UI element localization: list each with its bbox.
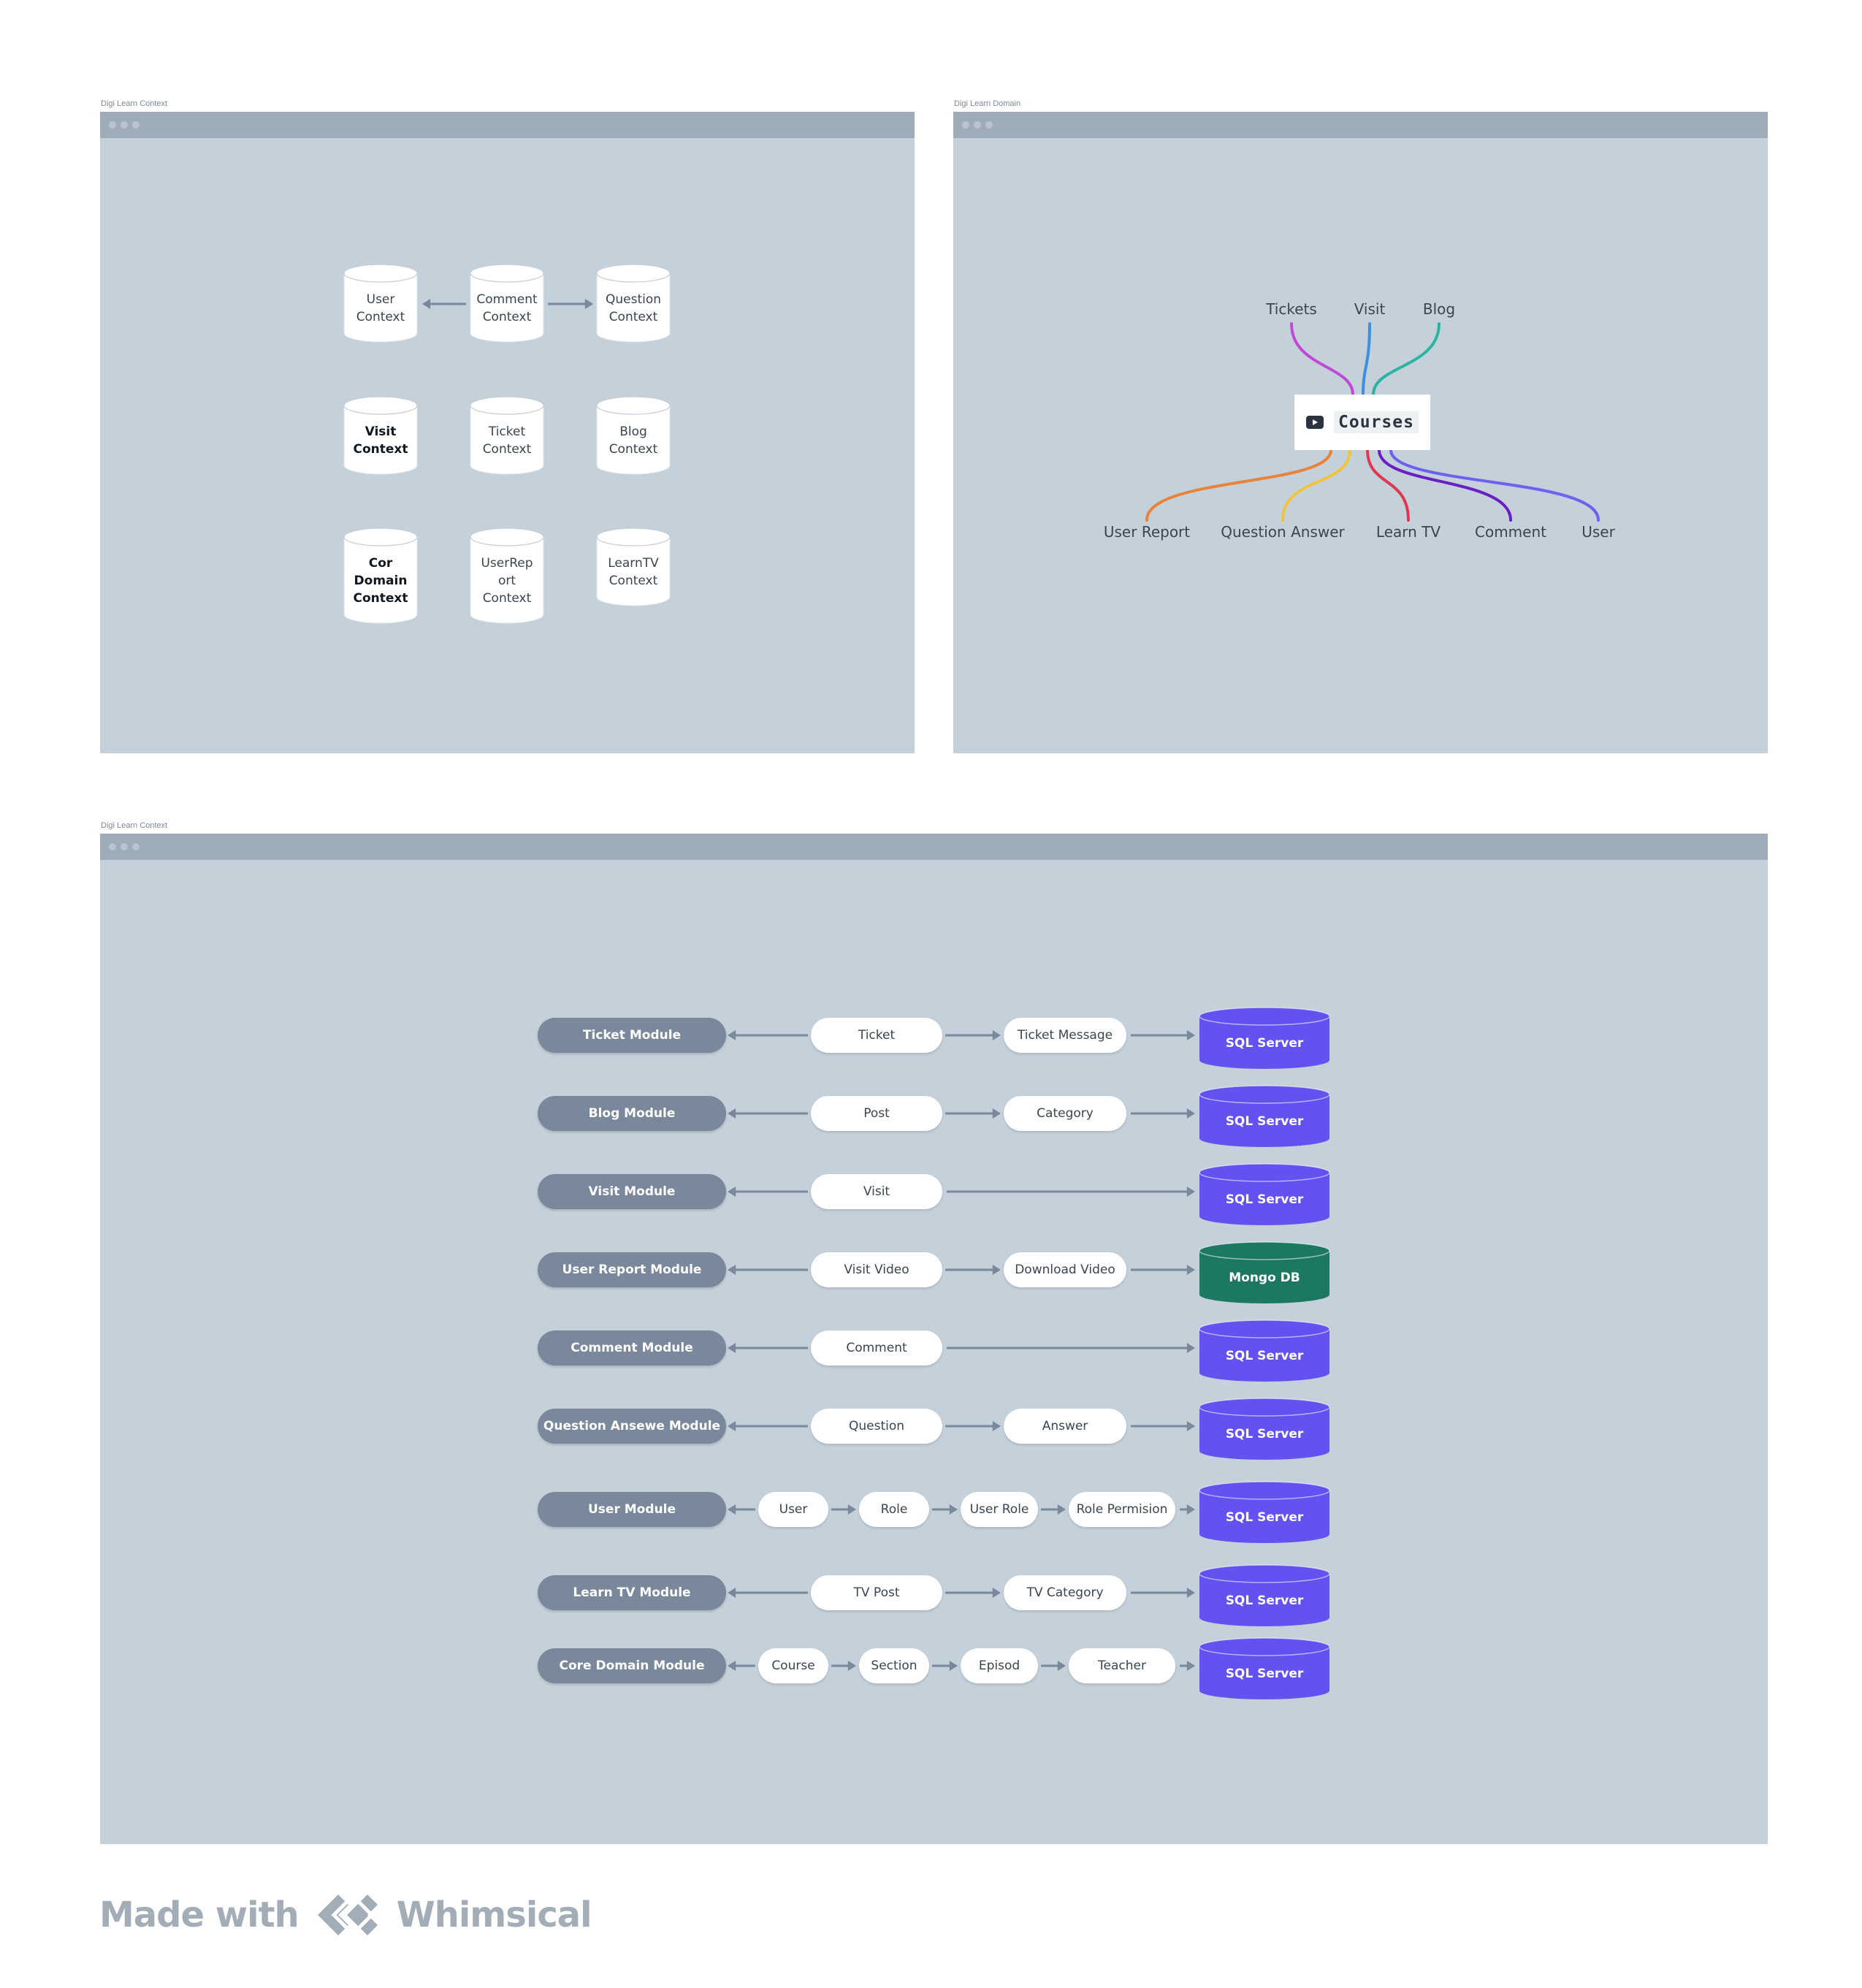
arrow-head [728,1265,736,1275]
entity-pill[interactable]: Post [811,1096,942,1131]
entity-pill[interactable]: Ticket Message [1004,1018,1126,1053]
database-cylinder[interactable]: SQL Server [1199,1319,1330,1382]
module-pill[interactable]: Core Domain Module [538,1648,726,1683]
arrow-head [1186,1030,1195,1040]
database-cylinder[interactable]: SQL Server [1199,1085,1330,1147]
arrow-head [728,1504,736,1515]
entity-pill[interactable]: Course [758,1648,828,1683]
arrow-head [1186,1421,1195,1431]
arrow-head [728,1343,736,1353]
arrow-head [1186,1265,1195,1275]
database-label: Mongo DB [1229,1271,1300,1285]
module-pill[interactable]: Learn TV Module [538,1575,726,1610]
entity-pill[interactable]: Visit Video [811,1252,942,1287]
arrow-head [847,1661,856,1671]
arrow-head [1186,1108,1195,1119]
entity-pill[interactable]: Episod [961,1648,1038,1683]
arrow-head [992,1108,1001,1119]
database-cylinder[interactable]: SQL Server [1199,1163,1330,1225]
arrow-head [992,1265,1001,1275]
made-with-text: Made with [99,1894,299,1935]
module-pill[interactable]: User Module [538,1492,726,1527]
entity-pill[interactable]: User Role [961,1492,1038,1527]
database-label: SQL Server [1226,1667,1304,1681]
arrow-head [728,1421,736,1431]
arrow-head [1057,1661,1066,1671]
database-cylinder[interactable]: SQL Server [1199,1637,1330,1699]
database-cylinder[interactable]: SQL Server [1199,1398,1330,1460]
module-pill[interactable]: User Report Module [538,1252,726,1287]
arrow-head [1186,1588,1195,1598]
arrow-head [1186,1343,1195,1353]
arrow-head [728,1588,736,1598]
entity-pill[interactable]: Question [811,1409,942,1444]
database-label: SQL Server [1226,1036,1304,1051]
arrow-head [1186,1187,1195,1197]
module-pill[interactable]: Comment Module [538,1330,726,1366]
arrow-head [949,1504,958,1515]
database-label: SQL Server [1226,1427,1304,1442]
whimsical-logo-icon [317,1893,378,1937]
entity-pill[interactable]: Role [859,1492,929,1527]
entity-pill[interactable]: Teacher [1069,1648,1175,1683]
module-pill[interactable]: Ticket Module [538,1018,726,1053]
database-cylinder[interactable]: Mongo DB [1199,1241,1330,1303]
entity-pill[interactable]: TV Category [1004,1575,1126,1610]
arrow-head [1057,1504,1066,1515]
arrow-head [728,1108,736,1119]
entity-pill[interactable]: Category [1004,1096,1126,1131]
modules-diagram: SQL Server SQL Server SQL Server Mongo DB SQ… [728,1007,1330,1699]
arrow-head [1186,1661,1195,1671]
brand-text: Whimsical [396,1894,592,1935]
arrow-head [1186,1504,1195,1515]
entity-pill[interactable]: Visit [811,1174,942,1209]
entity-pill[interactable]: User [758,1492,828,1527]
entity-pill[interactable]: Comment [811,1330,942,1366]
arrow-head [728,1030,736,1040]
module-pill[interactable]: Question Ansewe Module [538,1409,726,1444]
database-cylinder[interactable]: SQL Server [1199,1481,1330,1543]
entity-pill[interactable]: Section [859,1648,929,1683]
arrow-head [949,1661,958,1671]
arrow-head [992,1030,1001,1040]
entity-pill[interactable]: TV Post [811,1575,942,1610]
database-cylinder[interactable]: SQL Server [1199,1007,1330,1069]
database-label: SQL Server [1226,1349,1304,1363]
arrow-head [992,1421,1001,1431]
arrow-head [992,1588,1001,1598]
entity-pill[interactable]: Download Video [1004,1252,1126,1287]
arrow-head [847,1504,856,1515]
arrow-head [728,1187,736,1197]
database-label: SQL Server [1226,1114,1304,1129]
entity-pill[interactable]: Answer [1004,1409,1126,1444]
database-label: SQL Server [1226,1593,1304,1608]
database-cylinder[interactable]: SQL Server [1199,1564,1330,1626]
module-pill[interactable]: Visit Module [538,1174,726,1209]
module-pill[interactable]: Blog Module [538,1096,726,1131]
database-label: SQL Server [1226,1510,1304,1525]
whimsical-watermark[interactable]: Made with Whimsical [99,1889,592,1941]
entity-pill[interactable]: Ticket [811,1018,942,1053]
arrow-head [728,1661,736,1671]
database-label: SQL Server [1226,1192,1304,1207]
entity-pill[interactable]: Role Permision [1069,1492,1175,1527]
